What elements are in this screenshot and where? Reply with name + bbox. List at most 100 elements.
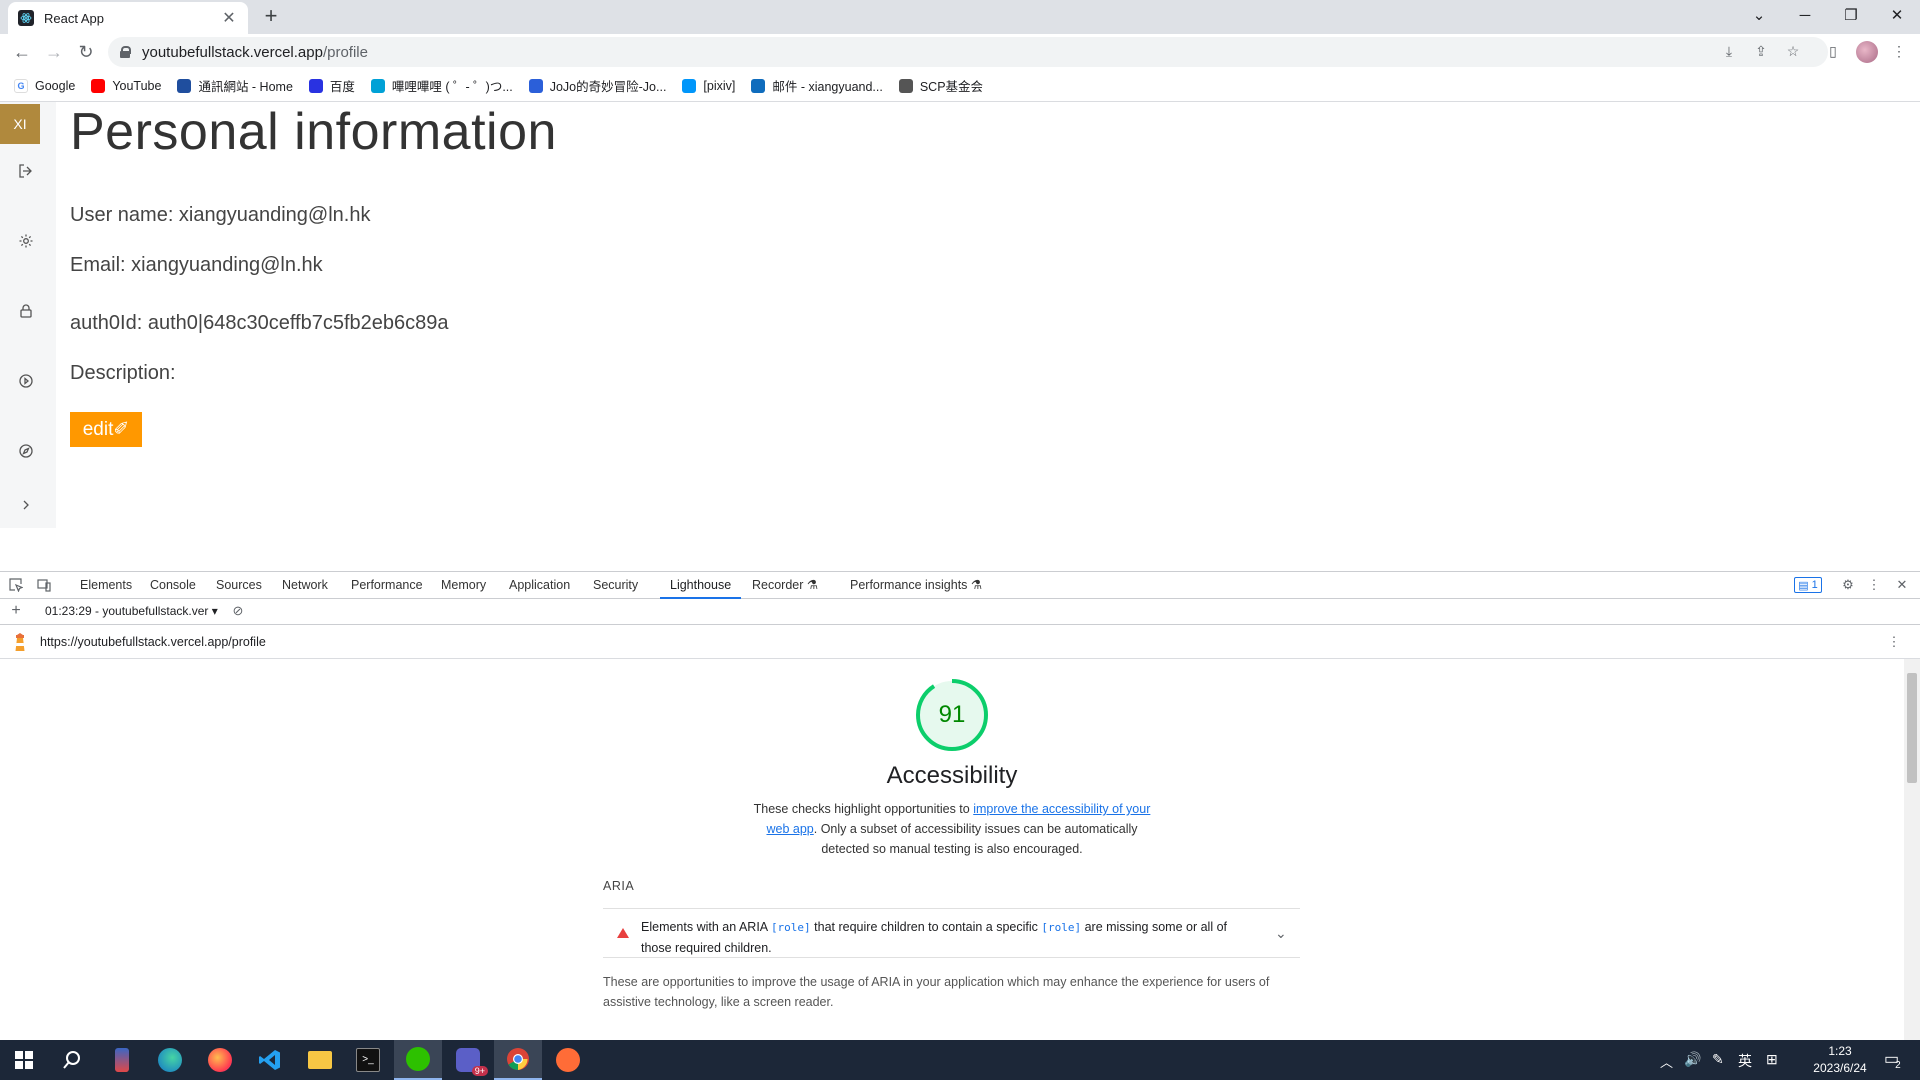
logout-icon[interactable]	[17, 162, 35, 180]
edit-button[interactable]: edit✐	[70, 412, 142, 447]
devtools-tab-lighthouse[interactable]: Lighthouse	[660, 572, 742, 599]
minimize-button[interactable]: ─	[1782, 0, 1828, 30]
clock-date[interactable]: 2023/6/24	[1800, 1061, 1880, 1075]
bookmark-favicon-icon	[177, 78, 192, 93]
windows-taskbar: >_ 9+ ︿ 🔊 ✎ 英 ⊞ 1:23 2023/6/24 ▭2	[0, 1040, 1920, 1080]
clear-reports-icon[interactable]: ⊘	[230, 603, 246, 619]
clock-time[interactable]: 1:23	[1812, 1044, 1868, 1058]
teams-icon[interactable]: 9+	[444, 1040, 492, 1080]
scrollbar-thumb[interactable]	[1907, 673, 1917, 783]
postman-icon[interactable]	[544, 1040, 592, 1080]
bookmark-label: YouTube	[112, 78, 162, 93]
issues-badge[interactable]: ▤ 1	[1794, 577, 1822, 593]
chrome-icon[interactable]	[494, 1040, 542, 1080]
report-select[interactable]: 01:23:29 - youtubefullstack.ver ▾	[45, 604, 218, 618]
compass-icon[interactable]	[17, 442, 35, 460]
new-tab-button[interactable]: +	[258, 4, 284, 30]
lock-icon	[120, 46, 131, 58]
share-icon[interactable]: ⇪	[1752, 42, 1770, 60]
chevron-down-icon[interactable]: ⌄	[1275, 925, 1287, 942]
bookmark-item[interactable]: G Google	[14, 78, 75, 93]
new-report-icon[interactable]: +	[8, 602, 24, 619]
bookmark-item[interactable]: [pixiv]	[682, 78, 735, 93]
bookmark-favicon-icon	[370, 78, 385, 93]
settings-gear-icon[interactable]	[17, 232, 35, 250]
edge-browser-icon[interactable]	[146, 1040, 194, 1080]
report-more-icon[interactable]: ⋮	[1886, 634, 1902, 650]
vscode-icon[interactable]	[246, 1040, 294, 1080]
devtools-tab-application[interactable]: Application	[509, 572, 570, 599]
devtools-tab-recorder[interactable]: Recorder ⚗	[752, 572, 818, 599]
volume-icon[interactable]: 🔊	[1684, 1051, 1701, 1068]
devtools-tab-network[interactable]: Network	[282, 572, 328, 599]
devtools-tab-performance-insights[interactable]: Performance insights ⚗	[850, 572, 982, 599]
audit-row[interactable]: Elements with an ARIA [role] that requir…	[603, 908, 1300, 958]
inspect-element-icon[interactable]	[8, 577, 24, 593]
devtools-tab-sources[interactable]: Sources	[216, 572, 262, 599]
devtools-tab-memory[interactable]: Memory	[441, 572, 486, 599]
device-toolbar-icon[interactable]	[36, 577, 52, 593]
url-host: youtubefullstack.vercel.app	[142, 43, 323, 61]
terminal-icon[interactable]: >_	[344, 1040, 392, 1080]
lighthouse-toolbar: + 01:23:29 - youtubefullstack.ver ▾ ⊘	[0, 599, 1920, 625]
page-title: Personal information	[70, 103, 557, 161]
bookmark-label: 邮件 - xiangyuand...	[772, 80, 883, 94]
windows-start-icon[interactable]	[0, 1040, 48, 1080]
more-menu-icon[interactable]: ⋮	[1890, 42, 1908, 60]
bookmark-label: JoJo的奇妙冒险-Jo...	[549, 80, 667, 94]
devtools-tab-console[interactable]: Console	[150, 572, 196, 599]
wechat-icon[interactable]	[394, 1040, 442, 1080]
notification-center-icon[interactable]: ▭2	[1884, 1049, 1905, 1071]
pen-icon[interactable]: ✎	[1712, 1051, 1724, 1068]
teams-badge: 9+	[471, 1066, 488, 1076]
play-circle-icon[interactable]	[17, 372, 35, 390]
profile-avatar[interactable]	[1856, 41, 1878, 63]
user-avatar[interactable]: XI	[0, 104, 40, 144]
devtools-more-icon[interactable]: ⋮	[1866, 577, 1882, 593]
close-window-button[interactable]: ✕	[1874, 0, 1920, 30]
devtools-settings-gear-icon[interactable]: ⚙	[1840, 577, 1856, 593]
bookmark-item[interactable]: JoJo的奇妙冒险-Jo...	[528, 76, 667, 95]
devtools-tab-performance[interactable]: Performance	[351, 572, 423, 599]
category-description-text: These checks highlight opportunities to	[753, 802, 974, 816]
bookmark-favicon-icon	[898, 78, 913, 93]
side-panel-icon[interactable]: ▯	[1824, 42, 1842, 60]
lighthouse-url-bar: https://youtubefullstack.vercel.app/prof…	[0, 625, 1920, 659]
bookmark-item[interactable]: SCP基金会	[898, 76, 983, 95]
score-value: 91	[938, 701, 966, 728]
app-icon-pinned[interactable]	[98, 1040, 146, 1080]
bookmark-item[interactable]: 邮件 - xiangyuand...	[751, 76, 883, 95]
tab-search-icon[interactable]: ⌄	[1736, 0, 1782, 30]
report-scrollbar[interactable]	[1904, 659, 1920, 1040]
devtools-tab-security[interactable]: Security	[593, 572, 638, 599]
firefox-icon[interactable]	[196, 1040, 244, 1080]
search-icon[interactable]	[48, 1040, 96, 1080]
bookmark-item[interactable]: 嗶哩嗶哩 ( ゜- ゜)つ...	[370, 76, 513, 95]
keyboard-layout-icon[interactable]: ⊞	[1766, 1051, 1778, 1068]
file-explorer-icon[interactable]	[296, 1040, 344, 1080]
reload-button[interactable]: ↻	[74, 40, 98, 64]
bookmark-item[interactable]: 百度	[308, 76, 355, 95]
bookmark-item[interactable]: 通訊網站 - Home	[177, 76, 293, 95]
bookmark-item[interactable]: YouTube	[91, 78, 162, 93]
tray-expand-icon[interactable]: ︿	[1660, 1052, 1673, 1071]
username-line: User name: xiangyuanding@ln.hk	[70, 204, 371, 226]
category-title: Accessibility	[886, 762, 1018, 789]
browser-tab[interactable]: React App ✕	[8, 2, 248, 34]
restore-button[interactable]: ❐	[1828, 0, 1874, 30]
lock-icon[interactable]	[17, 302, 35, 320]
audit-group-title: ARIA	[603, 879, 635, 893]
devtools-tab-elements[interactable]: Elements	[80, 572, 132, 599]
browser-toolbar: ← → ↻ youtubefullstack.vercel.app/profil…	[0, 34, 1920, 70]
address-bar[interactable]: youtubefullstack.vercel.app/profile	[108, 37, 1828, 67]
forward-button[interactable]: →	[42, 40, 66, 64]
devtools-close-icon[interactable]: ✕	[1894, 577, 1910, 593]
ime-indicator[interactable]: 英	[1738, 1051, 1752, 1071]
tab-close-icon[interactable]: ✕	[220, 8, 238, 28]
expand-chevron-icon[interactable]	[17, 496, 35, 514]
fail-triangle-icon	[617, 928, 629, 938]
install-icon[interactable]: ⤓	[1720, 42, 1738, 60]
back-button[interactable]: ←	[10, 40, 34, 64]
bookmark-star-icon[interactable]: ☆	[1784, 42, 1802, 60]
audit-text-part: that require children to contain a speci…	[810, 920, 1042, 934]
